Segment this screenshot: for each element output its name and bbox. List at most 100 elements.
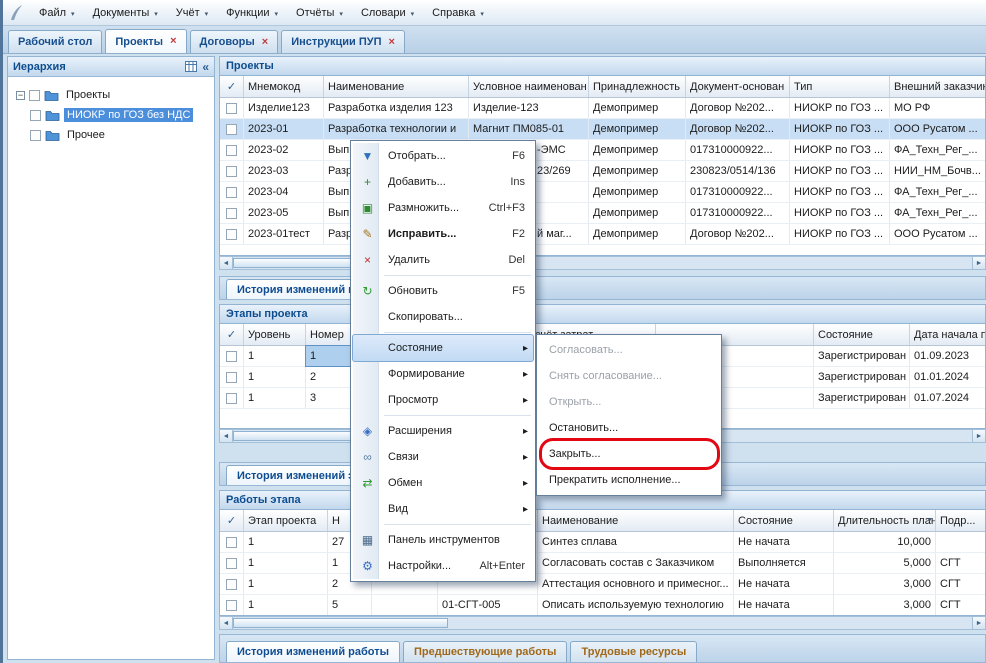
row-checkbox[interactable] [226, 103, 237, 114]
row-checkbox[interactable] [226, 558, 237, 569]
menubar-item-5[interactable]: Словари▾ [352, 0, 423, 25]
context-menu-item-4[interactable]: ×УдалитьDel [353, 247, 533, 273]
submenu-item-4[interactable]: Закрыть... [539, 441, 719, 467]
collapse-panel-icon[interactable]: « [202, 60, 209, 74]
menubar-item-4[interactable]: Отчёты▾ [287, 0, 352, 25]
scroll-left-button[interactable]: ◄ [220, 257, 233, 269]
close-icon[interactable]: × [262, 37, 268, 48]
column-header[interactable]: Подр... [936, 510, 986, 531]
context-menu-item-9[interactable]: Состояние▸ [353, 335, 533, 361]
menubar-item-2[interactable]: Учёт▾ [167, 0, 217, 25]
window-tab-1[interactable]: Проекты× [105, 29, 186, 53]
table-row[interactable]: 2023-04ВыпДемопример017310000922...НИОКР… [220, 182, 985, 203]
close-icon[interactable]: × [389, 37, 395, 48]
select-all-header[interactable]: ✓ [220, 510, 244, 531]
column-header[interactable]: Уровень [244, 324, 306, 345]
table-row[interactable]: 2023-03Разр23/269Демопример230823/0514/1… [220, 161, 985, 182]
context-menu-item-15[interactable]: ⇄Обмен▸ [353, 470, 533, 496]
scroll-left-button[interactable]: ◄ [220, 617, 233, 629]
context-menu-item-1[interactable]: +Добавить...Ins [353, 169, 533, 195]
window-tab-3[interactable]: Инструкции ПУП× [281, 30, 405, 53]
context-menu-item-3[interactable]: ✎Исправить...F2 [353, 221, 533, 247]
row-checkbox[interactable] [226, 124, 237, 135]
column-header[interactable]: Принадлежность [589, 76, 686, 97]
context-menu-item-16[interactable]: Вид▸ [353, 496, 533, 522]
context-menu-item-0[interactable]: ▼Отобрать...F6 [353, 143, 533, 169]
table-view-icon[interactable] [185, 61, 197, 72]
table-row[interactable]: 12Аттестация основного и примесног...Не … [220, 574, 985, 595]
row-checkbox[interactable] [226, 600, 237, 611]
menubar-item-3[interactable]: Функции▾ [217, 0, 287, 25]
context-menu-item-14[interactable]: ∞Связи▸ [353, 444, 533, 470]
submenu-item-3[interactable]: Остановить... [539, 415, 719, 441]
checkbox[interactable] [30, 110, 41, 121]
context-menu-item-13[interactable]: ◈Расширения▸ [353, 418, 533, 444]
row-checkbox[interactable] [226, 187, 237, 198]
column-header[interactable]: Наименование [538, 510, 734, 531]
context-menu-item-2[interactable]: ▣Размножить...Ctrl+F3 [353, 195, 533, 221]
bottom-tab-0[interactable]: История изменений работы [226, 641, 400, 662]
column-header[interactable]: Состояние [814, 324, 910, 345]
context-menu-item-6[interactable]: ↻ОбновитьF5 [353, 278, 533, 304]
column-header[interactable]: Условное наименован [469, 76, 589, 97]
row-checkbox[interactable] [226, 229, 237, 240]
table-row[interactable]: 2023-05ВыпДемопример017310000922...НИОКР… [220, 203, 985, 224]
table-cell: Демопример [589, 98, 686, 118]
table-row[interactable]: 11Согласовать состав с ЗаказчикомВыполня… [220, 553, 985, 574]
tree-node-0[interactable]: −Проекты [12, 85, 210, 105]
row-checkbox[interactable] [226, 372, 237, 383]
expander-icon[interactable]: − [16, 91, 25, 100]
close-icon[interactable]: × [170, 36, 176, 47]
context-menu-item-18[interactable]: ▦Панель инструментов [353, 527, 533, 553]
row-checkbox[interactable] [226, 145, 237, 156]
window-tab-0[interactable]: Рабочий стол [8, 30, 102, 53]
menubar-item-1[interactable]: Документы▾ [84, 0, 167, 25]
context-menu-item-10[interactable]: Формирование▸ [353, 361, 533, 387]
table-row[interactable]: 2023-01Разработка технологии иМагнит ПМ0… [220, 119, 985, 140]
row-checkbox[interactable] [226, 393, 237, 404]
column-header[interactable]: Внешний заказчик [890, 76, 986, 97]
scroll-left-button[interactable]: ◄ [220, 430, 233, 442]
tab-label: История изменений работы [237, 646, 389, 658]
context-menu-item-11[interactable]: Просмотр▸ [353, 387, 533, 413]
column-header[interactable]: Длительность план▼ [834, 510, 936, 531]
column-header[interactable]: Наименование [324, 76, 469, 97]
tree-node-2[interactable]: Прочее [12, 125, 210, 145]
row-checkbox[interactable] [226, 351, 237, 362]
bottom-tab-2[interactable]: Трудовые ресурсы [570, 641, 697, 662]
scroll-right-button[interactable]: ► [972, 430, 985, 442]
column-header[interactable]: Мнемокод [244, 76, 324, 97]
scroll-right-button[interactable]: ► [972, 257, 985, 269]
tree-node-1[interactable]: НИОКР по ГОЗ без НДС [12, 105, 210, 125]
table-row[interactable]: Изделие123Разработка изделия 123Изделие-… [220, 98, 985, 119]
table-row[interactable]: 2023-02Вып-ЭМСДемопример017310000922...Н… [220, 140, 985, 161]
column-header[interactable]: Этап проекта [244, 510, 328, 531]
sort-arrow-icon[interactable]: ▼ [926, 517, 933, 524]
checkbox[interactable] [29, 90, 40, 101]
scroll-thumb[interactable] [233, 618, 448, 628]
select-all-header[interactable]: ✓ [220, 324, 244, 345]
table-row[interactable]: 127Синтез сплаваНе начата10,000 [220, 532, 985, 553]
projects-horizontal-scrollbar[interactable]: ◄ ► [219, 256, 986, 270]
row-checkbox[interactable] [226, 208, 237, 219]
column-header[interactable]: Дата начала план [910, 324, 986, 345]
context-menu-item-7[interactable]: Скопировать... [353, 304, 533, 330]
select-all-header[interactable]: ✓ [220, 76, 244, 97]
bottom-tab-1[interactable]: Предшествующие работы [403, 641, 567, 662]
context-menu-item-19[interactable]: ⚙Настройки...Alt+Enter [353, 553, 533, 579]
table-row[interactable]: 2023-01тестРазрй маг...ДемопримерДоговор… [220, 224, 985, 245]
row-checkbox[interactable] [226, 537, 237, 548]
column-header[interactable]: Тип [790, 76, 890, 97]
row-checkbox[interactable] [226, 579, 237, 590]
menubar-item-0[interactable]: Файл▾ [30, 0, 84, 25]
window-tab-2[interactable]: Договоры× [190, 30, 279, 53]
menubar-item-6[interactable]: Справка▾ [423, 0, 493, 25]
checkbox[interactable] [30, 130, 41, 141]
scroll-right-button[interactable]: ► [972, 617, 985, 629]
table-row[interactable]: 1501-СГТ-005Описать используемую техноло… [220, 595, 985, 616]
column-header[interactable]: Документ-основан [686, 76, 790, 97]
column-header[interactable]: Состояние [734, 510, 834, 531]
row-checkbox[interactable] [226, 166, 237, 177]
works-horizontal-scrollbar[interactable]: ◄ ► [219, 616, 986, 630]
submenu-item-5[interactable]: Прекратить исполнение... [539, 467, 719, 493]
